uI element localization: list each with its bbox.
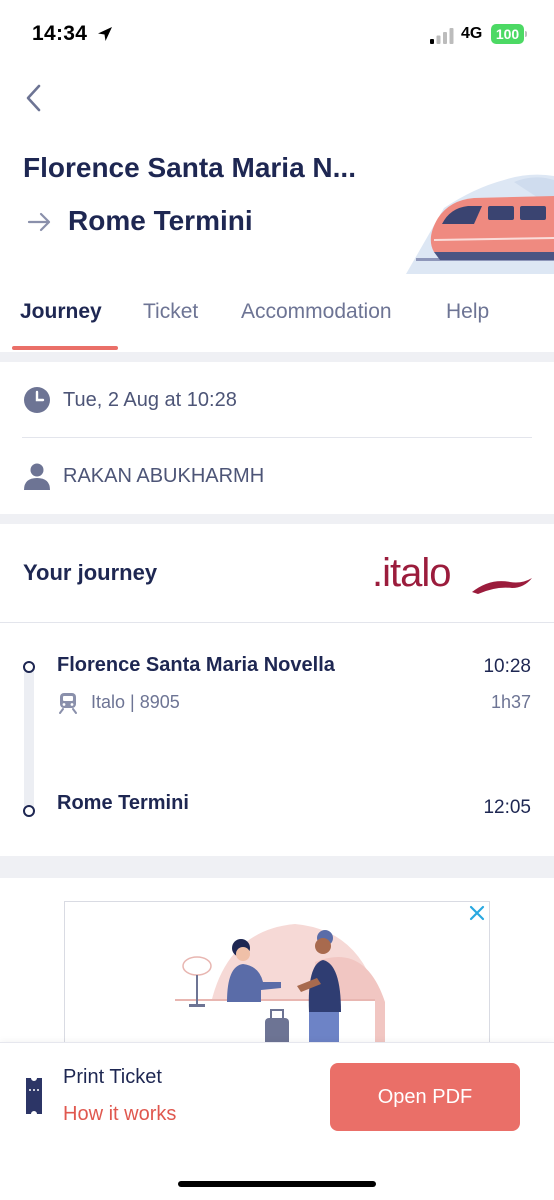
tab-bar: Journey Ticket Accommodation Help xyxy=(0,290,554,352)
open-pdf-button[interactable]: Open PDF xyxy=(330,1063,520,1131)
journey-duration: 1h37 xyxy=(490,692,531,712)
svg-text:.italo: .italo xyxy=(372,551,451,595)
destination-station: Rome Termini xyxy=(57,792,189,814)
clock-icon xyxy=(24,387,50,413)
separator xyxy=(0,514,554,524)
divider xyxy=(0,622,554,623)
status-bar: 14:34 4G 100 xyxy=(0,0,554,60)
departure-time: 10:28 xyxy=(483,656,531,677)
battery-level: 100 xyxy=(491,24,524,44)
advertisement-banner[interactable] xyxy=(64,901,490,1061)
ticket-icon xyxy=(26,1078,42,1114)
person-icon xyxy=(24,463,50,490)
arrival-time: 12:05 xyxy=(483,797,531,818)
tab-help[interactable]: Help xyxy=(446,300,489,324)
destination-title: Rome Termini xyxy=(68,205,253,236)
battery-icon: 100 xyxy=(491,24,527,44)
origin-station: Florence Santa Maria Novella xyxy=(57,654,335,676)
network-label: 4G xyxy=(461,25,483,42)
passenger-row: RAKAN ABUKHARMH xyxy=(0,438,554,514)
train-illustration xyxy=(406,174,554,274)
origin-stop-dot xyxy=(23,661,35,673)
passenger-name: RAKAN ABUKHARMH xyxy=(63,464,265,487)
train-icon xyxy=(59,693,77,714)
signal-icon xyxy=(430,28,454,44)
italo-logo: .italo xyxy=(372,551,532,595)
location-arrow-icon xyxy=(98,27,112,41)
origin-title: Florence Santa Maria N... xyxy=(23,152,356,183)
chevron-left-icon xyxy=(26,84,41,112)
back-button[interactable] xyxy=(16,80,50,116)
section-title: Your journey xyxy=(23,560,158,585)
destination-stop-dot xyxy=(23,805,35,817)
date-row: Tue, 2 Aug at 10:28 xyxy=(0,362,554,438)
print-ticket-title: Print Ticket xyxy=(63,1066,162,1088)
tab-journey[interactable]: Journey xyxy=(20,300,102,324)
status-time: 14:34 xyxy=(32,22,88,45)
tab-ticket[interactable]: Ticket xyxy=(143,300,198,324)
how-it-works-link[interactable]: How it works xyxy=(63,1103,176,1126)
home-indicator[interactable] xyxy=(178,1181,376,1187)
separator xyxy=(0,856,554,878)
train-number: Italo | 8905 xyxy=(91,692,180,712)
journey-datetime: Tue, 2 Aug at 10:28 xyxy=(63,388,237,411)
separator xyxy=(0,352,554,362)
timeline-line xyxy=(24,670,34,808)
close-icon[interactable] xyxy=(468,904,486,922)
arrow-right-icon xyxy=(27,212,51,232)
tab-accommodation[interactable]: Accommodation xyxy=(241,300,392,324)
reception-illustration xyxy=(175,924,385,1060)
active-tab-indicator xyxy=(12,346,118,350)
